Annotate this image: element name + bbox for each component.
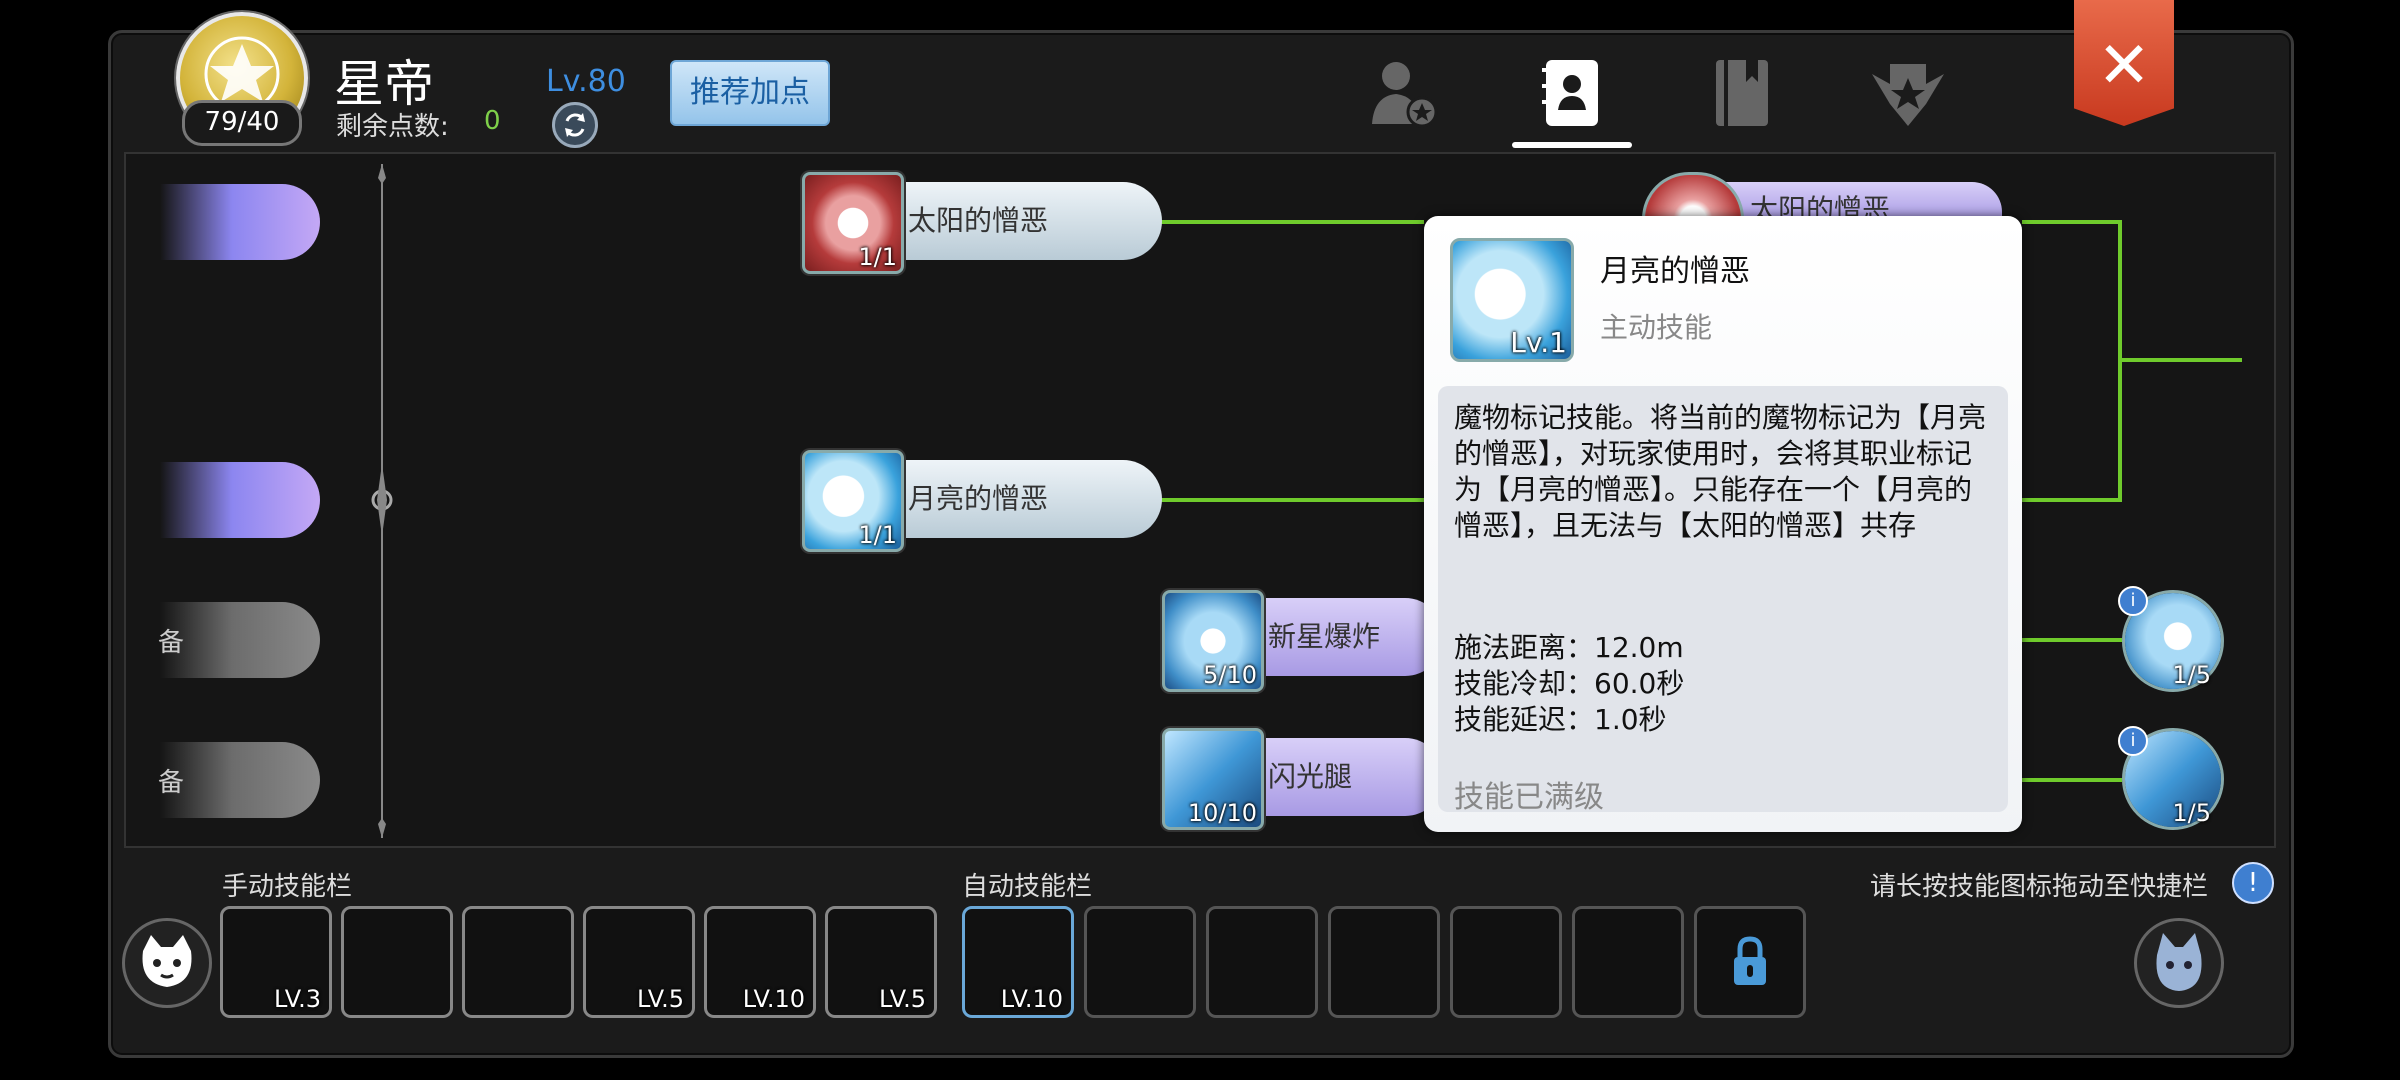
skill-points-badge: 79/40 <box>182 100 302 146</box>
remaining-points-value: 0 <box>484 106 501 136</box>
slot-level: LV.5 <box>879 985 926 1013</box>
book-icon <box>1716 60 1768 126</box>
drag-hint: 请长按技能图标拖动至快捷栏 <box>1870 872 2209 902</box>
info-icon[interactable]: i <box>2118 726 2148 756</box>
auto-skill-slot-empty[interactable] <box>1450 906 1562 1018</box>
left-skill-pill[interactable] <box>160 184 320 260</box>
tab-skills[interactable] <box>1532 54 1612 134</box>
manual-skill-slot[interactable] <box>341 906 453 1018</box>
tooltip-cooldown: 技能冷却：60.0秒 <box>1454 667 1685 700</box>
tab-codex[interactable] <box>1702 54 1782 134</box>
tooltip-delay: 技能延迟：1.0秒 <box>1454 703 1667 736</box>
lock-icon <box>1734 936 1766 985</box>
tooltip-cast-range: 施法距离：12.0m <box>1454 631 1684 664</box>
tab-title[interactable] <box>1868 54 1948 134</box>
info-icon[interactable]: i <box>2118 586 2148 616</box>
auto-skill-slot-empty[interactable] <box>1572 906 1684 1018</box>
slot-level: LV.5 <box>637 985 684 1013</box>
left-skill-pill-locked[interactable]: 备 <box>158 742 320 818</box>
pet-icon <box>2156 933 2202 991</box>
skill-node-count: 10/10 <box>1187 799 1257 827</box>
left-pet-button[interactable] <box>122 918 212 1008</box>
tier-divider-ornament <box>371 164 393 838</box>
manual-skill-slot[interactable]: LV.5 <box>825 906 937 1018</box>
moon-skill-icon: Lv.1 <box>1450 238 1574 362</box>
character-level: Lv.80 <box>546 64 626 99</box>
auto-skill-slot[interactable]: LV.10 <box>962 906 1074 1018</box>
tree-connector <box>2022 220 2122 224</box>
tooltip-description: 魔物标记技能。将当前的魔物标记为【月亮的憎恶】，对玩家使用时，会将其职业标记为【… <box>1454 401 1987 542</box>
manual-skill-slot[interactable]: LV.10 <box>704 906 816 1018</box>
left-skill-pill[interactable] <box>160 462 320 538</box>
manual-skill-bar-label: 手动技能栏 <box>222 872 353 902</box>
tree-connector <box>2022 498 2122 502</box>
active-tab-indicator <box>1512 142 1632 148</box>
left-pill-text: 备 <box>158 768 185 798</box>
flash-kick-icon[interactable]: 10/10 <box>1162 728 1264 830</box>
left-skill-pill-locked[interactable]: 备 <box>158 602 320 678</box>
tree-connector <box>2022 778 2122 782</box>
skill-node-count: 1/5 <box>2172 799 2211 827</box>
tree-connector <box>1160 498 1424 502</box>
user-star-icon <box>1372 62 1438 128</box>
refresh-icon <box>565 113 585 137</box>
skill-node-count: 1/1 <box>858 521 897 549</box>
star-badge-icon <box>1872 64 1944 126</box>
skill-tooltip: Lv.1 月亮的憎恶 主动技能 魔物标记技能。将当前的魔物标记为【月亮的憎恶】，… <box>1424 216 2022 832</box>
help-icon[interactable]: ! <box>2232 862 2274 904</box>
tab-character[interactable] <box>1364 54 1444 134</box>
skill-node-count: 1/5 <box>2172 661 2211 689</box>
skill-book-icon <box>1542 60 1598 126</box>
sun-skill-icon[interactable]: 1/1 <box>802 172 904 274</box>
tree-connector <box>2022 638 2122 642</box>
auto-skill-bar-label: 自动技能栏 <box>962 872 1093 902</box>
skill-node-count: 1/1 <box>858 243 897 271</box>
slot-level: LV.10 <box>1000 985 1063 1013</box>
auto-skill-slot-empty[interactable] <box>1328 906 1440 1018</box>
close-button[interactable]: ✕ <box>2074 0 2174 126</box>
slot-level: LV.10 <box>742 985 805 1013</box>
slot-level: LV.3 <box>274 985 321 1013</box>
tooltip-skill-level: Lv.1 <box>1510 326 1567 359</box>
tooltip-status: 技能已满级 <box>1454 780 1604 815</box>
recommend-points-button[interactable]: 推荐加点 <box>670 60 830 126</box>
close-icon: ✕ <box>2097 29 2151 103</box>
auto-skill-slot-empty[interactable] <box>1206 906 1318 1018</box>
reset-points-button[interactable] <box>552 102 598 148</box>
left-pill-text: 备 <box>158 628 185 658</box>
tree-connector <box>1160 220 1424 224</box>
remaining-points-label: 剩余点数: <box>336 112 449 142</box>
manual-skill-slot[interactable]: LV.3 <box>220 906 332 1018</box>
tooltip-skill-name: 月亮的憎恶 <box>1600 254 1750 289</box>
skill-node-count: 5/10 <box>1203 661 1257 689</box>
auto-skill-slot-empty[interactable] <box>1084 906 1196 1018</box>
auto-skill-slot-locked[interactable] <box>1694 906 1806 1018</box>
tree-connector <box>2118 358 2242 362</box>
manual-skill-slot[interactable] <box>462 906 574 1018</box>
moon-skill-icon[interactable]: 1/1 <box>802 450 904 552</box>
manual-skill-slot[interactable]: LV.5 <box>583 906 695 1018</box>
right-pet-button[interactable] <box>2134 918 2224 1008</box>
cat-face-icon <box>142 935 192 987</box>
nova-skill-icon[interactable]: 5/10 <box>1162 590 1264 692</box>
tooltip-body: 魔物标记技能。将当前的魔物标记为【月亮的憎恶】，对玩家使用时，会将其职业标记为【… <box>1438 386 2008 815</box>
tooltip-skill-type: 主动技能 <box>1600 311 1713 344</box>
